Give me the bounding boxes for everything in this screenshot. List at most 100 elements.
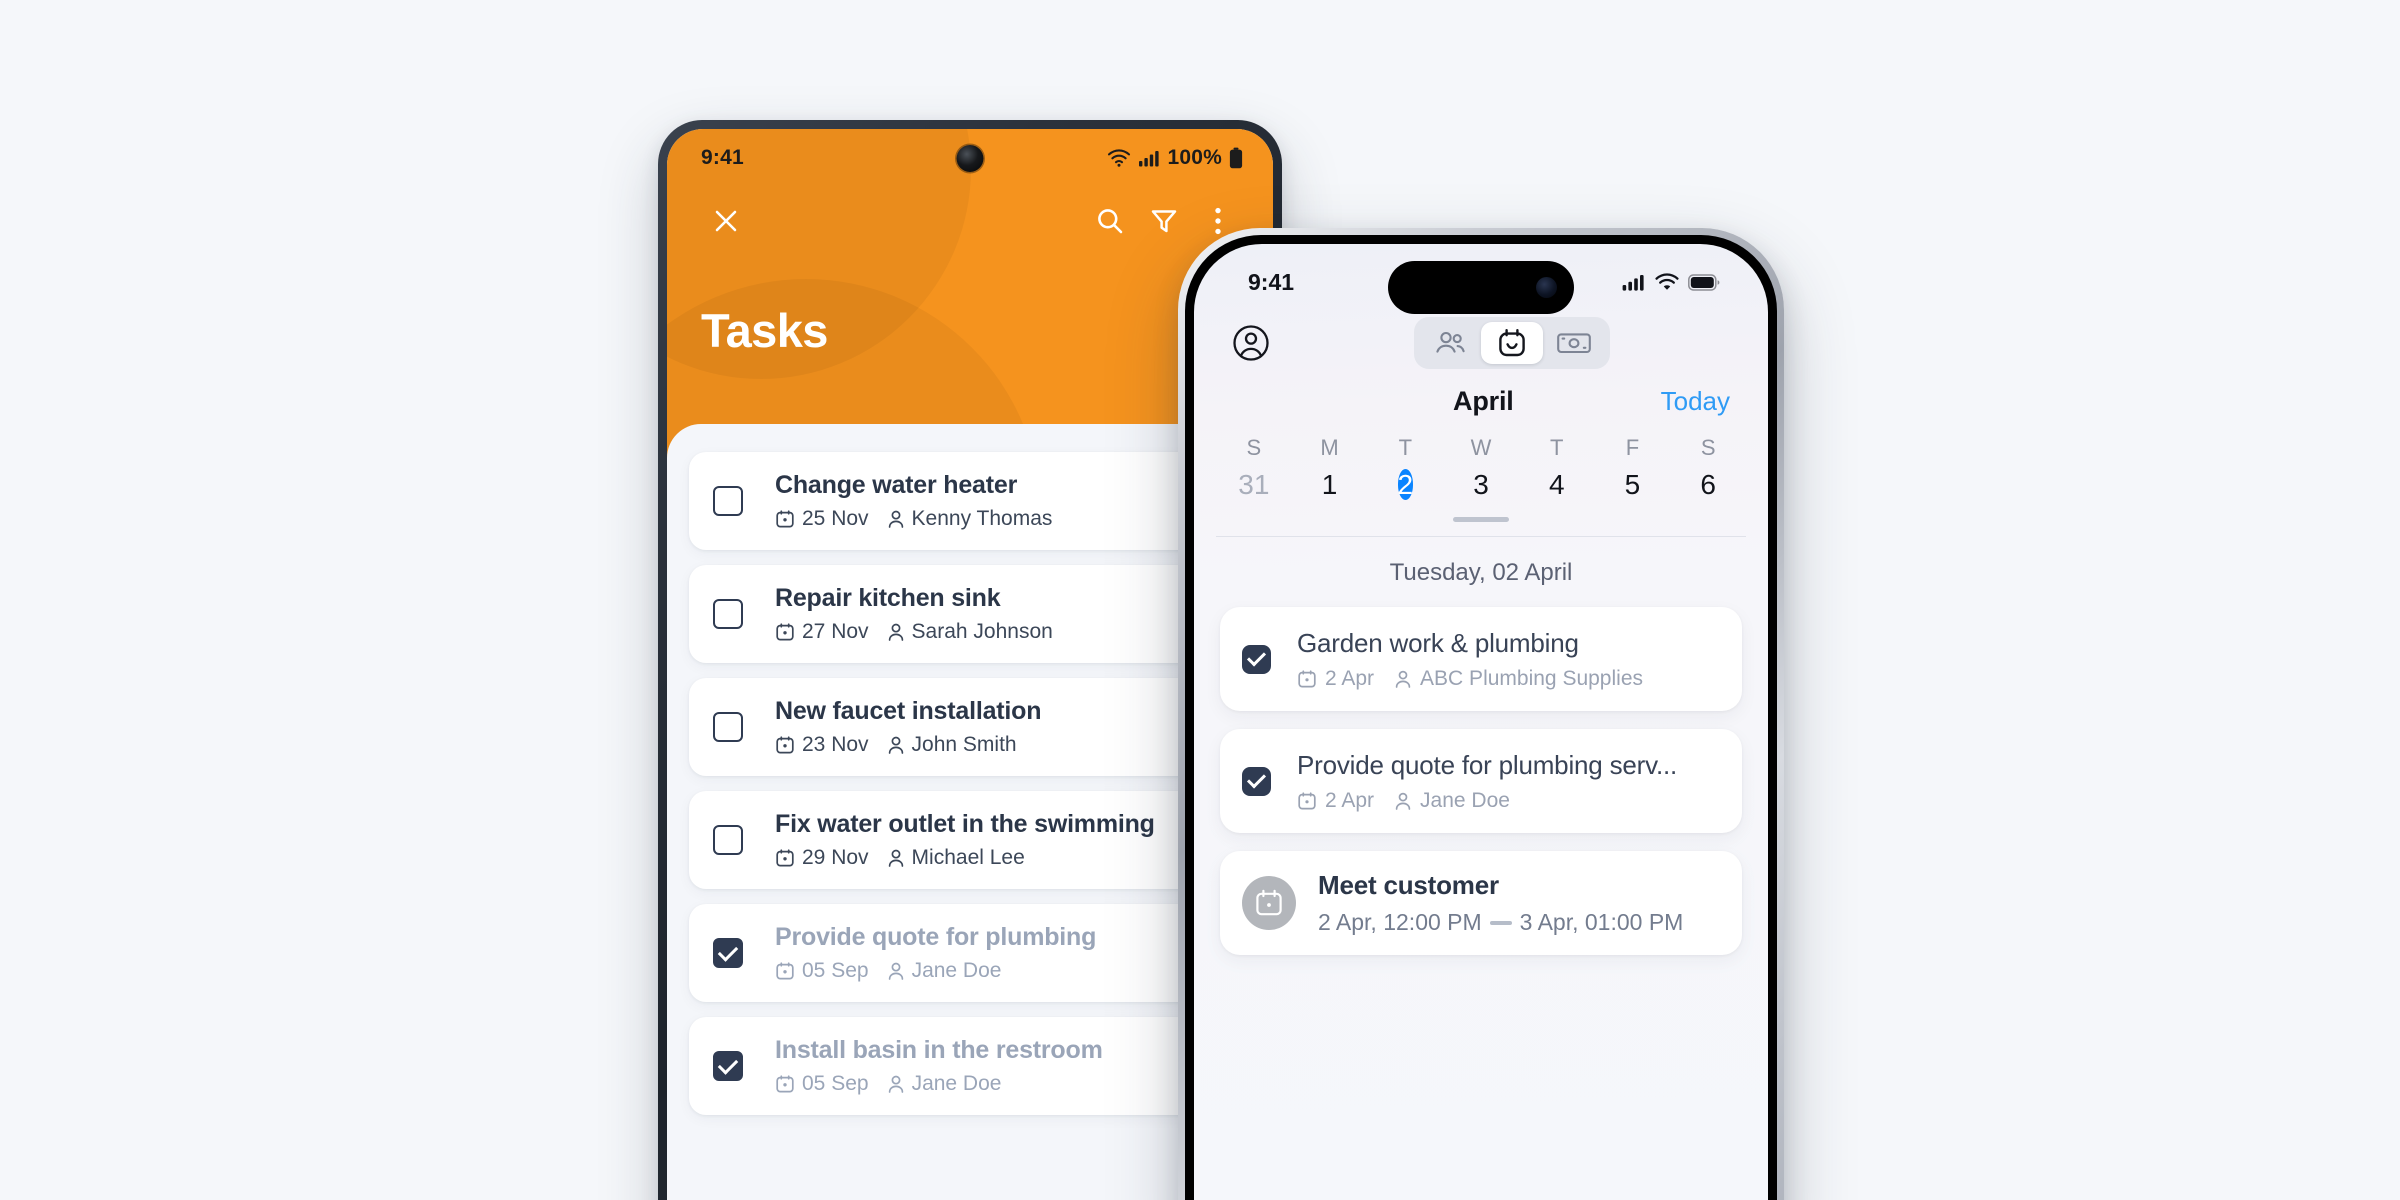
list-item[interactable]: Garden work & plumbing 2 Apr ABC Plumbin… [1220, 607, 1742, 711]
battery-icon [1229, 147, 1243, 169]
calendar-week-strip: S M T W T F S 31 1 2 3 4 5 6 [1194, 417, 1768, 537]
task-checkbox[interactable] [1242, 644, 1271, 674]
event-date-group: 2 Apr [1297, 789, 1374, 813]
person-icon [1395, 792, 1411, 810]
task-title: Install basin in the restroom [775, 1036, 1103, 1065]
tab-payments[interactable] [1543, 322, 1605, 364]
table-row[interactable]: Install basin in the restroom 05 Sep Jan… [689, 1017, 1251, 1115]
table-row[interactable]: Change water heater 25 Nov Kenny Thomas [689, 452, 1251, 550]
account-circle-icon[interactable] [1230, 322, 1272, 364]
task-checkbox[interactable] [713, 712, 743, 742]
task-title: Change water heater [775, 471, 1018, 500]
list-item[interactable]: Provide quote for plumbing serv... 2 Apr [1220, 729, 1742, 833]
task-checkbox[interactable] [713, 1051, 743, 1081]
calendar-day-cell[interactable]: 3 [1443, 461, 1519, 509]
calendar-icon [1298, 791, 1316, 809]
task-assignee-group: Michael Lee [887, 846, 1025, 870]
task-meta: 27 Nov Sarah Johnson [775, 620, 1225, 644]
filter-icon[interactable] [1137, 194, 1191, 248]
status-time: 9:41 [701, 146, 744, 169]
list-item[interactable]: Meet customer 2 Apr, 12:00 PM 3 Apr, 01:… [1220, 851, 1742, 955]
status-indicators: 100% [1107, 146, 1243, 170]
event-date: 2 Apr [1325, 788, 1375, 812]
task-title: Fix water outlet in the swimming [775, 810, 1155, 839]
task-content: Repair kitchen sink 27 Nov Sarah Johnson [775, 584, 1225, 644]
task-checkbox[interactable] [713, 486, 743, 516]
task-date: 29 Nov [802, 845, 869, 869]
calendar-day-cell[interactable]: 1 [1292, 461, 1368, 509]
event-content: Garden work & plumbing 2 Apr ABC Plumbin… [1297, 628, 1718, 691]
range-dash-icon [1489, 920, 1512, 925]
person-icon [888, 623, 903, 641]
person-icon [888, 510, 903, 528]
event-start-time: 2 Apr, 12:00 PM [1318, 909, 1482, 935]
today-button[interactable]: Today [1661, 386, 1730, 417]
calendar-day-cell[interactable]: 5 [1595, 461, 1671, 509]
calendar-day-number: 31 [1238, 469, 1270, 500]
iphone-bezel: 9:41 April Today S M T W T F S 31 1 2 3 … [1185, 235, 1777, 1200]
scene: 9:41 100% Tasks Change water heater 25 N… [0, 0, 2400, 1200]
day-initial-cell: T [1367, 435, 1443, 461]
battery-icon [1688, 273, 1720, 291]
calendar-day-number: 4 [1548, 469, 1565, 500]
tab-calendar[interactable] [1481, 322, 1543, 364]
page-title: Tasks [701, 304, 828, 357]
table-row[interactable]: Fix water outlet in the swimming 29 Nov [689, 791, 1251, 889]
task-meta: 05 Sep Jane Doe [775, 1072, 1225, 1096]
iphone-mockup: 9:41 April Today S M T W T F S 31 1 2 3 … [1178, 228, 1784, 1200]
event-content: Meet customer 2 Apr, 12:00 PM 3 Apr, 01:… [1318, 870, 1718, 936]
table-row[interactable]: Provide quote for plumbing 05 Sep Jane D… [689, 904, 1251, 1002]
task-meta: 29 Nov Michael Lee [775, 846, 1225, 870]
calendar-day-number: 2 [1397, 469, 1414, 500]
task-assignee-group: Jane Doe [887, 959, 1001, 983]
calendar-day-cell[interactable]: 4 [1519, 461, 1595, 509]
task-assignee: Kenny Thomas [911, 506, 1053, 530]
ios-top-bar [1194, 306, 1768, 380]
task-assignee: Michael Lee [911, 845, 1025, 869]
tab-contacts[interactable] [1419, 322, 1481, 364]
front-camera-icon [1536, 277, 1557, 298]
day-initial-cell: W [1443, 435, 1519, 461]
event-assignee: Jane Doe [1420, 788, 1510, 812]
event-assignee: ABC Plumbing Supplies [1420, 666, 1643, 690]
task-checkbox[interactable] [713, 825, 743, 855]
task-checkbox[interactable] [713, 599, 743, 629]
calendar-icon [776, 849, 794, 867]
task-content: Fix water outlet in the swimming 29 Nov [775, 810, 1225, 870]
event-end-time: 3 Apr, 01:00 PM [1519, 909, 1684, 935]
calendar-icon [1256, 889, 1282, 916]
table-row[interactable]: New faucet installation 23 Nov John Smit… [689, 678, 1251, 776]
event-assignee-group: ABC Plumbing Supplies [1394, 667, 1643, 691]
wifi-icon [1107, 149, 1131, 167]
task-date-group: 05 Sep [775, 959, 869, 983]
calendar-icon [776, 736, 794, 754]
divider [1216, 536, 1746, 537]
calendar-day-cell-selected[interactable]: 2 [1367, 461, 1443, 509]
task-checkbox[interactable] [713, 938, 743, 968]
event-meta: 2 Apr ABC Plumbing Supplies [1297, 667, 1718, 691]
calendar-day-number: 6 [1700, 469, 1716, 500]
ios-event-list: Garden work & plumbing 2 Apr ABC Plumbin… [1194, 607, 1768, 955]
calendar-day-cell[interactable]: 31 [1216, 461, 1292, 509]
task-content: Provide quote for plumbing 05 Sep Jane D… [775, 923, 1225, 983]
calendar-icon [1298, 669, 1316, 687]
task-checkbox[interactable] [1242, 766, 1271, 796]
day-initial-cell: S [1670, 435, 1746, 461]
more-vertical-icon[interactable] [1191, 194, 1245, 248]
day-initial-cell: S [1216, 435, 1292, 461]
search-icon[interactable] [1083, 194, 1137, 248]
event-title: Meet customer [1318, 870, 1499, 900]
calendar-expand-handle[interactable] [1453, 517, 1509, 522]
calendar-day-cell[interactable]: 6 [1670, 461, 1746, 509]
cellular-signal-icon [1138, 149, 1160, 167]
task-meta: 25 Nov Kenny Thomas [775, 507, 1225, 531]
event-content: Provide quote for plumbing serv... 2 Apr [1297, 750, 1718, 813]
close-icon[interactable] [699, 194, 753, 248]
task-assignee-group: Sarah Johnson [887, 620, 1053, 644]
status-time: 9:41 [1248, 268, 1295, 295]
table-row[interactable]: Repair kitchen sink 27 Nov Sarah Johnson [689, 565, 1251, 663]
cellular-signal-icon [1622, 273, 1646, 291]
task-date-group: 23 Nov [775, 733, 869, 757]
calendar-month-row: April Today [1194, 380, 1768, 417]
calendar-day-number: 3 [1473, 469, 1489, 500]
